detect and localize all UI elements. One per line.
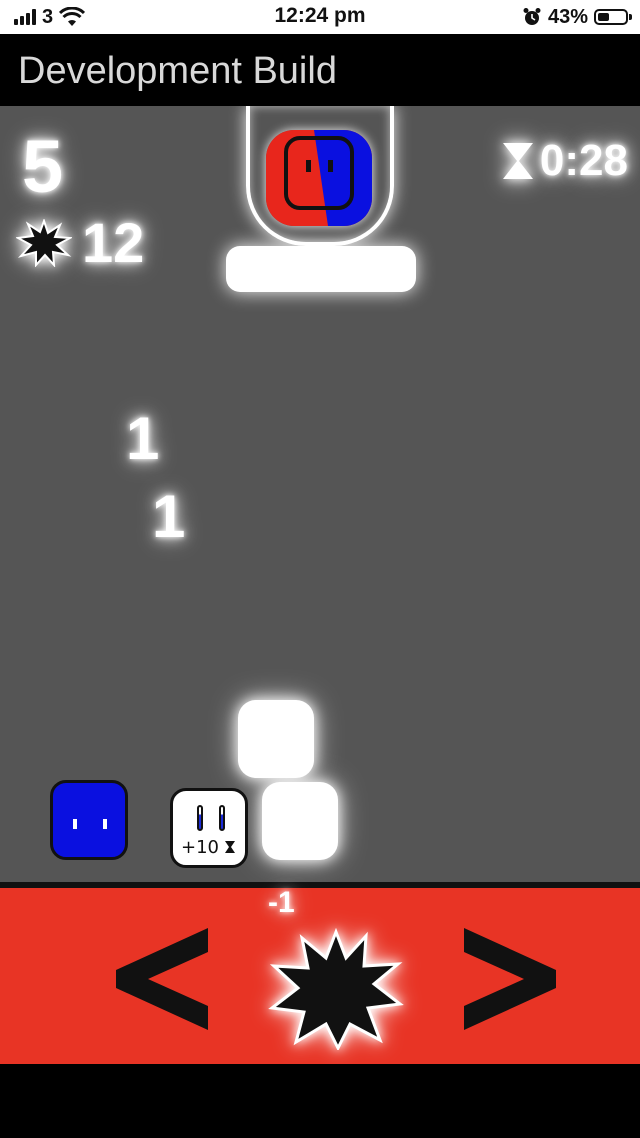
next-block-preview <box>266 130 372 226</box>
score-counter: 5 <box>22 125 64 208</box>
burst-count: 12 <box>82 211 145 274</box>
game-playfield[interactable]: 5 12 0:28 1 1 +10 <box>0 106 640 882</box>
eye <box>103 819 107 829</box>
score-popup: 1 <box>152 483 186 550</box>
eye-bar <box>197 805 203 831</box>
burst-cost-label: -1 <box>268 886 295 919</box>
powerup-label: +10 <box>181 837 235 858</box>
title-bar: Development Build <box>0 34 640 106</box>
eye <box>73 819 77 829</box>
control-bar: -1 < > <box>0 882 640 1064</box>
score-popup: 1 <box>126 405 160 472</box>
status-right: 43% <box>522 4 632 30</box>
hourglass-icon <box>224 841 235 853</box>
glowing-block <box>262 782 338 860</box>
move-left-button[interactable]: < <box>112 924 222 1034</box>
battery-icon <box>594 9 632 25</box>
eye-bar <box>219 805 225 831</box>
timer-display: 0:28 <box>500 136 628 186</box>
hourglass-icon <box>502 143 533 179</box>
battery-fill <box>598 13 609 21</box>
time-powerup-block[interactable]: +10 <box>170 788 248 868</box>
glowing-block <box>238 700 314 778</box>
app-title: Development Build <box>18 50 337 92</box>
burst-icon <box>16 218 72 267</box>
capsule-base <box>226 246 416 292</box>
timer-value: 0:28 <box>539 136 628 185</box>
burst-button[interactable] <box>268 928 404 1050</box>
bottom-bar <box>0 1064 640 1138</box>
player-block[interactable] <box>50 780 128 860</box>
burst-counter: 12 <box>16 210 144 275</box>
battery-percent: 43% <box>547 5 588 28</box>
status-bar: 3 12:24 pm 43% <box>0 0 640 34</box>
move-right-button[interactable]: > <box>456 924 566 1034</box>
alarm-icon <box>523 8 541 25</box>
